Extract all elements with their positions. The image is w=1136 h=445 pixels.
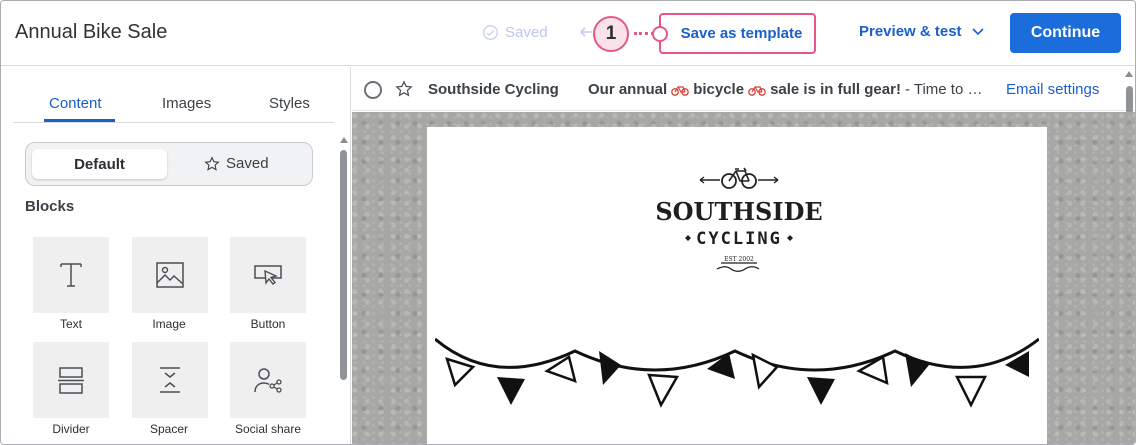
bicycle-emoji-icon (748, 85, 766, 96)
block-spacer-label: Spacer (149, 422, 189, 436)
preview-and-test-button[interactable]: Preview & test (859, 23, 984, 40)
chevron-down-icon (971, 27, 984, 35)
callout-badge: 1 (593, 16, 629, 52)
toggle-saved-button[interactable]: Saved (204, 155, 269, 172)
block-divider[interactable] (33, 342, 109, 418)
block-button-label: Button (250, 317, 286, 331)
subject-part-1: Our annual (588, 81, 668, 98)
block-button[interactable] (230, 237, 306, 313)
select-radio[interactable] (364, 81, 382, 99)
toggle-default-button[interactable]: Default (32, 149, 167, 179)
star-icon[interactable] (395, 80, 413, 98)
panel-scrollbar-thumb[interactable] (340, 150, 347, 380)
saved-status: Saved (482, 24, 548, 41)
block-text-label: Text (59, 317, 82, 331)
image-icon (156, 262, 184, 288)
check-circle-icon (483, 25, 498, 40)
block-text[interactable] (33, 237, 109, 313)
southside-cycling-logo: SOUTHSIDE CYCLING EST 2002 (655, 167, 823, 272)
continue-button[interactable]: Continue (1010, 13, 1121, 53)
callout-connector (634, 32, 654, 35)
content-panel: Content Images Styles Default Saved Bloc… (1, 67, 351, 444)
scroll-up-arrow[interactable] (340, 137, 348, 143)
tab-styles[interactable]: Styles (269, 95, 310, 112)
star-icon (204, 155, 220, 171)
block-divider-label: Divider (52, 422, 90, 436)
email-sender: Southside Cycling (428, 81, 559, 98)
email-scrollbar-thumb[interactable] (1126, 86, 1133, 114)
block-spacer[interactable] (132, 342, 208, 418)
subject-preview-text: - Time to … (904, 81, 983, 98)
spacer-icon (160, 367, 180, 393)
bunting-flags-decoration (435, 337, 1039, 408)
email-subject: Our annual bicycle sale is in full gear!… (588, 81, 982, 98)
app-window: Annual Bike Sale Saved Save as template … (0, 0, 1136, 445)
blocks-heading: Blocks (25, 198, 75, 215)
divider-icon (58, 367, 84, 394)
button-icon (254, 265, 282, 285)
subject-part-3: sale is in full gear! (770, 81, 901, 98)
active-tab-indicator (44, 119, 115, 122)
save-as-template-button[interactable]: Save as template (659, 13, 816, 54)
email-settings-link[interactable]: Email settings (1006, 81, 1099, 98)
text-icon (60, 263, 82, 287)
logo-est: EST 2002 (724, 256, 754, 263)
block-image[interactable] (132, 237, 208, 313)
preview-label: Preview & test (859, 23, 962, 40)
logo-line-1: SOUTHSIDE (655, 197, 822, 226)
subject-part-2: bicycle (693, 81, 745, 98)
block-image-label: Image (152, 317, 186, 331)
panel-tabs: Content Images Styles (13, 67, 334, 123)
callout-target-ring (652, 26, 668, 42)
logo-line-2: CYCLING (696, 229, 782, 249)
tab-content[interactable]: Content (49, 95, 102, 112)
bicycle-emoji-icon (671, 85, 690, 96)
campaign-title[interactable]: Annual Bike Sale (15, 21, 167, 44)
scroll-up-arrow[interactable] (1125, 71, 1133, 77)
block-social-share-label: Social share (234, 422, 302, 436)
toggle-saved-label: Saved (226, 155, 269, 172)
email-preview-header: Southside Cycling Our annual bicycle sal… (352, 67, 1135, 111)
block-social-share[interactable] (230, 342, 306, 418)
bicycle-icon (699, 167, 779, 189)
top-bar: Annual Bike Sale Saved Save as template … (1, 1, 1135, 66)
saved-label: Saved (505, 24, 548, 41)
blocks-source-toggle: Default Saved (25, 142, 313, 186)
tab-images[interactable]: Images (162, 95, 211, 112)
social-share-icon (254, 368, 282, 393)
